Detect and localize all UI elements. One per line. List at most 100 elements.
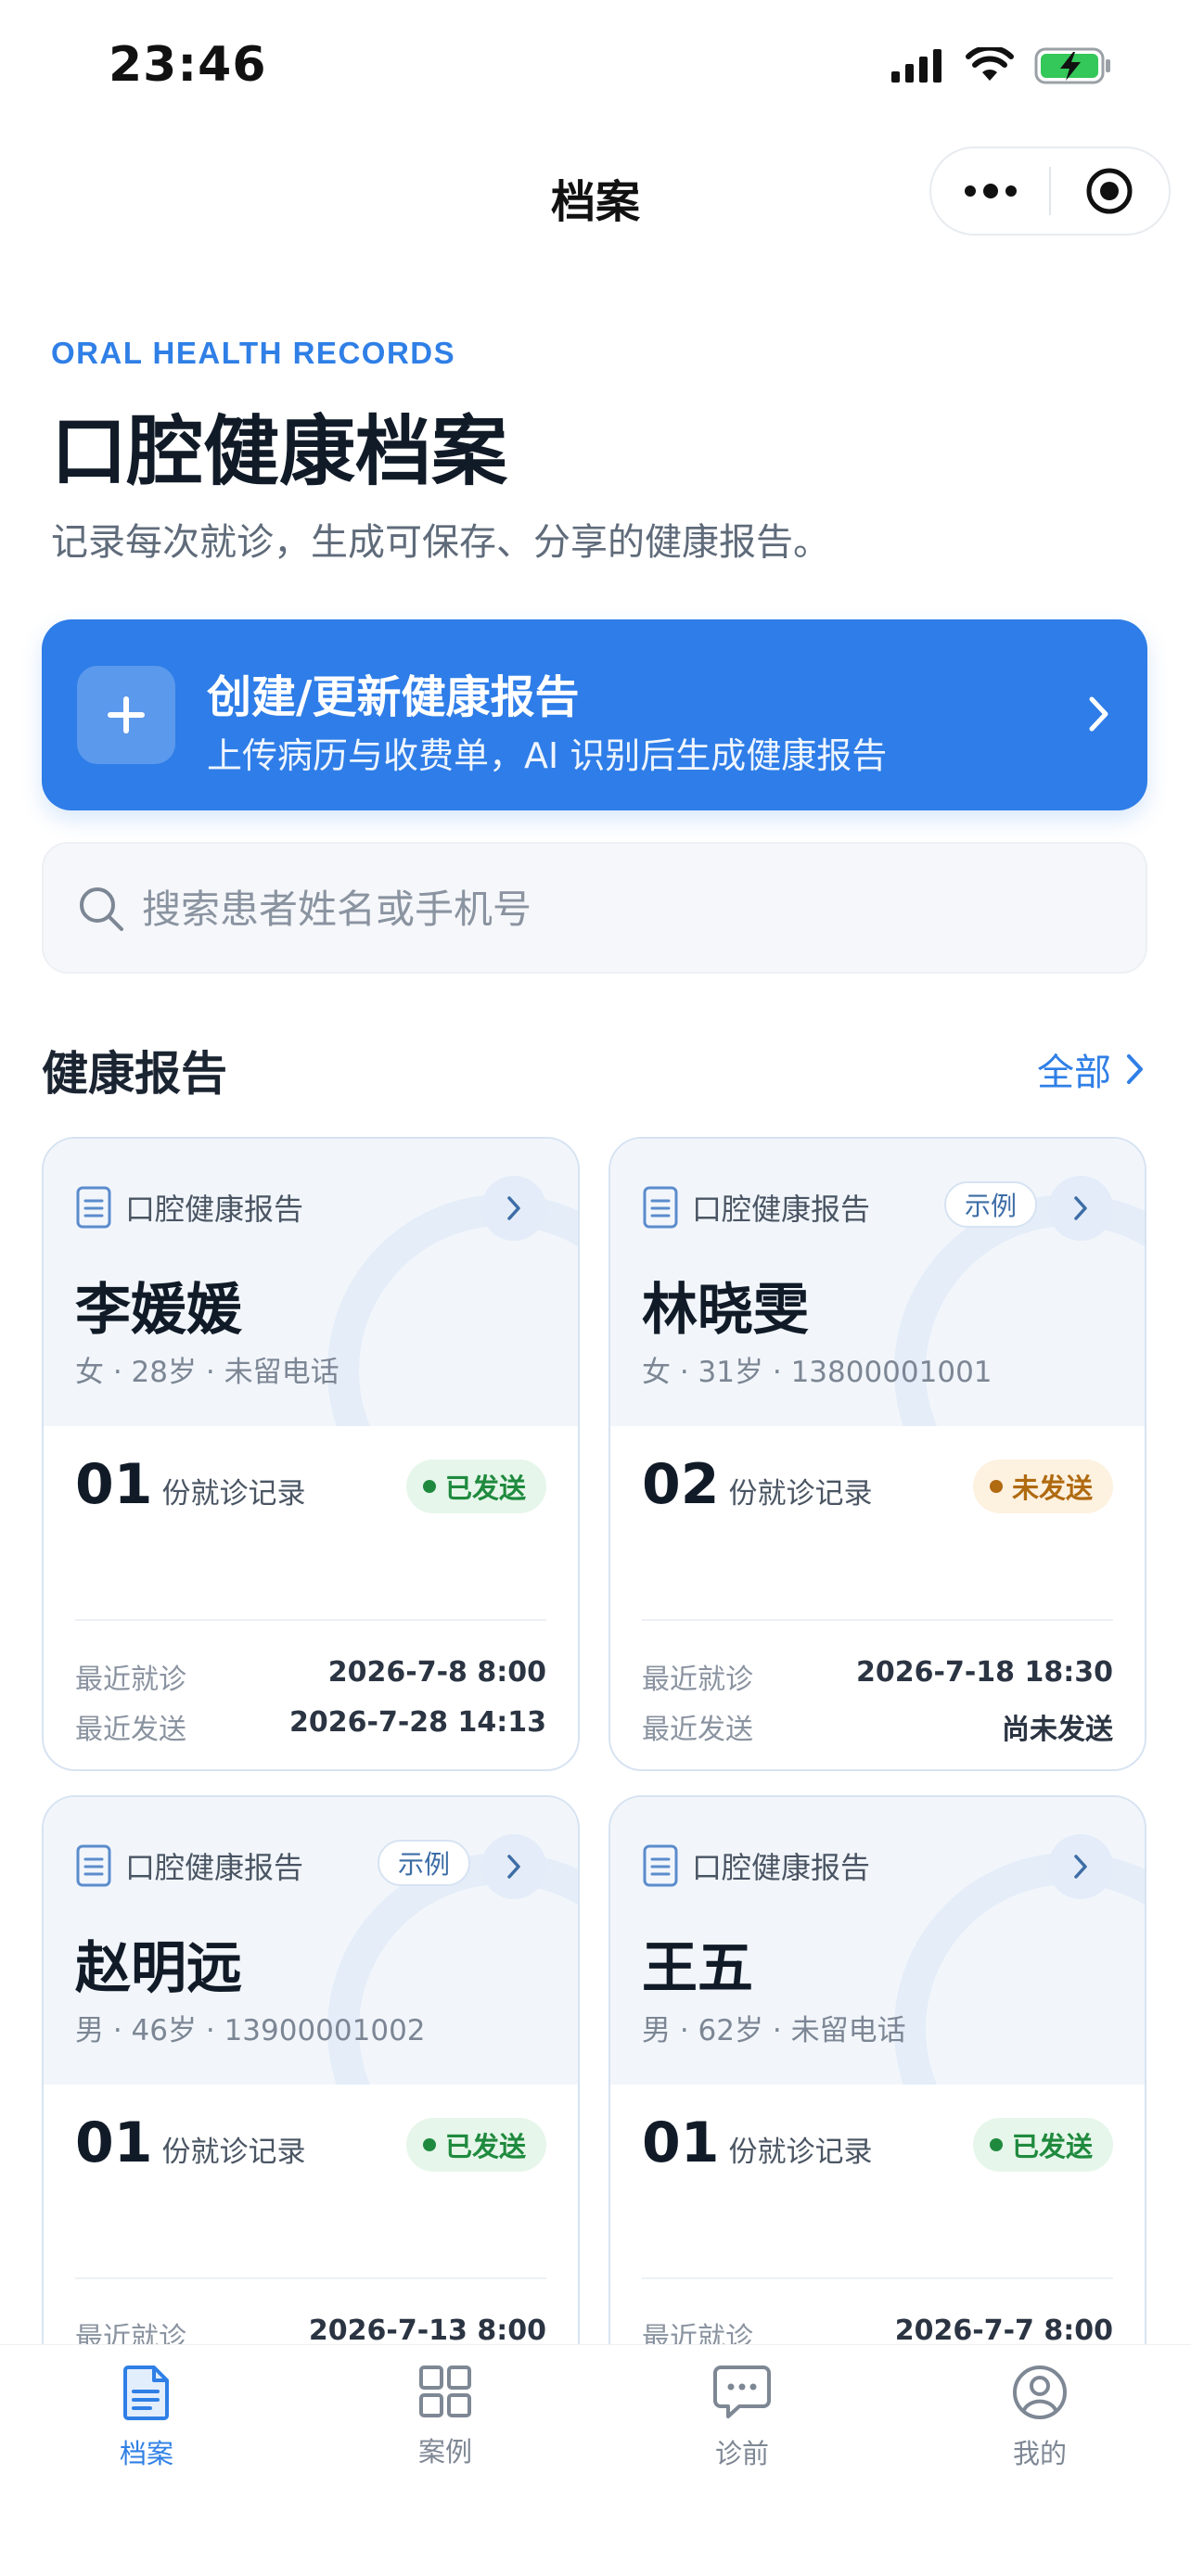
card-divider — [642, 1619, 1113, 1621]
tab-label: 档案 — [119, 2438, 173, 2469]
status-badge: 已发送 — [405, 2118, 546, 2172]
status-badge: 已发送 — [405, 1460, 546, 1513]
report-card[interactable]: 口腔健康报告 王五 男 · 62岁 · 未留电话 01 份就诊记录 已发送 最近… — [608, 1795, 1146, 2429]
visit-count-unit: 份就诊记录 — [728, 1477, 873, 1511]
patient-name: 赵明远 — [75, 1936, 242, 2001]
visit-count-number: 01 — [642, 2111, 720, 2175]
grid-icon — [419, 2366, 471, 2417]
last-sent-row: 最近发送 尚未发送 — [642, 1706, 1113, 1747]
status-text: 已发送 — [444, 1473, 526, 1504]
status-dot — [422, 2138, 436, 2151]
status-dot — [422, 1480, 436, 1493]
patient-meta: 男 · 46岁 · 13900001002 — [75, 2014, 426, 2047]
create-report-button[interactable]: 创建/更新健康报告 上传病历与收费单，AI 识别后生成健康报告 — [42, 619, 1147, 810]
status-badge: 已发送 — [972, 2118, 1113, 2172]
status-text: 已发送 — [444, 2131, 526, 2162]
card-open-button[interactable] — [1048, 1176, 1113, 1241]
status-text: 已发送 — [1011, 2131, 1093, 2162]
view-all-link[interactable]: 全部 — [1037, 1042, 1145, 1096]
visit-count: 01 份就诊记录 — [642, 2111, 873, 2175]
chevron-right-icon — [507, 1196, 520, 1220]
tab-profile[interactable]: 我的 — [966, 2364, 1114, 2471]
document-icon — [643, 1186, 678, 1229]
view-all-label: 全部 — [1037, 1052, 1111, 1094]
search-bar[interactable] — [42, 842, 1147, 974]
plus-icon — [77, 666, 175, 764]
search-icon — [80, 887, 123, 931]
document-icon — [643, 1844, 678, 1887]
patient-name: 王五 — [642, 1936, 753, 2001]
card-divider — [75, 2277, 546, 2279]
example-badge: 示例 — [943, 1181, 1037, 1228]
card-open-button[interactable] — [481, 1834, 546, 1899]
status-text: 未发送 — [1011, 1473, 1093, 1504]
tab-records[interactable]: 档案 — [72, 2364, 221, 2471]
bottom-tab-bar: 档案 案例 诊前 我的 — [0, 2344, 1191, 2576]
last-visit-label: 最近就诊 — [642, 1664, 753, 1696]
document-icon — [123, 2366, 169, 2420]
visit-count-number: 02 — [642, 1452, 720, 1517]
card-type-label: 口腔健康报告 — [125, 1192, 304, 1227]
patient-meta: 女 · 31岁 · 13800001001 — [642, 1356, 992, 1389]
signal-icon — [891, 49, 941, 83]
user-icon — [1013, 2366, 1067, 2419]
status-time: 23:46 — [109, 37, 267, 93]
status-icons — [890, 46, 1112, 85]
last-sent-label: 最近发送 — [642, 1714, 753, 1746]
chevron-right-icon — [1074, 1855, 1087, 1879]
visit-count-number: 01 — [75, 1452, 153, 1517]
tab-label: 我的 — [1012, 2438, 1067, 2469]
search-input[interactable] — [142, 877, 1107, 940]
hero-eyebrow: ORAL HEALTH RECORDS — [51, 336, 456, 370]
report-card[interactable]: 口腔健康报告 示例 林晓雯 女 · 31岁 · 13800001001 02 份… — [608, 1137, 1146, 1771]
chevron-right-icon — [1074, 1196, 1087, 1220]
last-visit-value: 2026-7-18 18:30 — [856, 1656, 1113, 1689]
patient-name: 林晓雯 — [642, 1278, 809, 1343]
chevron-right-icon — [507, 1855, 520, 1879]
document-icon — [76, 1186, 111, 1229]
target-icon — [1086, 168, 1133, 214]
last-sent-value: 尚未发送 — [1002, 1714, 1113, 1746]
chevron-right-icon — [1127, 1054, 1143, 1084]
tab-pre-consult[interactable]: 诊前 — [668, 2364, 816, 2471]
example-badge: 示例 — [377, 1840, 470, 1886]
status-dot — [989, 2138, 1003, 2151]
visit-count-unit: 份就诊记录 — [161, 2136, 306, 2169]
last-sent-label: 最近发送 — [75, 1714, 186, 1746]
card-type-row: 口腔健康报告 — [642, 1843, 870, 1888]
chat-icon — [713, 2366, 771, 2418]
hero-title: 口腔健康档案 — [51, 408, 508, 496]
last-sent-value: 2026-7-28 14:13 — [289, 1706, 546, 1739]
tab-cases[interactable]: 案例 — [371, 2364, 519, 2469]
report-card[interactable]: 口腔健康报告 示例 赵明远 男 · 46岁 · 13900001002 01 份… — [42, 1795, 580, 2429]
last-visit-label: 最近就诊 — [75, 1664, 186, 1696]
visit-count-number: 01 — [75, 2111, 153, 2175]
card-type-label: 口腔健康报告 — [692, 1850, 871, 1885]
create-report-description: 上传病历与收费单，AI 识别后生成健康报告 — [207, 735, 888, 776]
last-visit-value: 2026-7-8 8:00 — [327, 1656, 546, 1689]
wifi-icon — [966, 47, 1014, 81]
tab-label: 案例 — [417, 2436, 472, 2468]
more-icon — [964, 184, 1017, 198]
visit-count: 01 份就诊记录 — [75, 1452, 306, 1517]
document-icon — [76, 1844, 111, 1887]
last-visit-row: 最近就诊 2026-7-18 18:30 — [642, 1656, 1113, 1697]
card-open-button[interactable] — [1048, 1834, 1113, 1899]
create-report-title: 创建/更新健康报告 — [207, 671, 580, 723]
card-divider — [75, 1619, 546, 1621]
visit-count-unit: 份就诊记录 — [728, 2136, 873, 2169]
card-type-label: 口腔健康报告 — [125, 1850, 304, 1885]
visit-count-unit: 份就诊记录 — [161, 1477, 306, 1511]
more-button[interactable] — [931, 148, 1049, 234]
status-badge: 未发送 — [972, 1460, 1113, 1513]
miniprogram-capsule — [929, 147, 1171, 236]
patient-name: 李媛媛 — [75, 1278, 242, 1343]
close-miniprogram-button[interactable] — [1051, 148, 1169, 234]
card-type-row: 口腔健康报告 — [75, 1185, 303, 1230]
report-card[interactable]: 口腔健康报告 李媛媛 女 · 28岁 · 未留电话 01 份就诊记录 已发送 最… — [42, 1137, 580, 1771]
section-title: 健康报告 — [42, 1047, 227, 1101]
card-open-button[interactable] — [481, 1176, 546, 1241]
patient-meta: 男 · 62岁 · 未留电话 — [642, 2014, 906, 2047]
card-type-row: 口腔健康报告 — [642, 1185, 870, 1230]
patient-meta: 女 · 28岁 · 未留电话 — [75, 1356, 339, 1389]
